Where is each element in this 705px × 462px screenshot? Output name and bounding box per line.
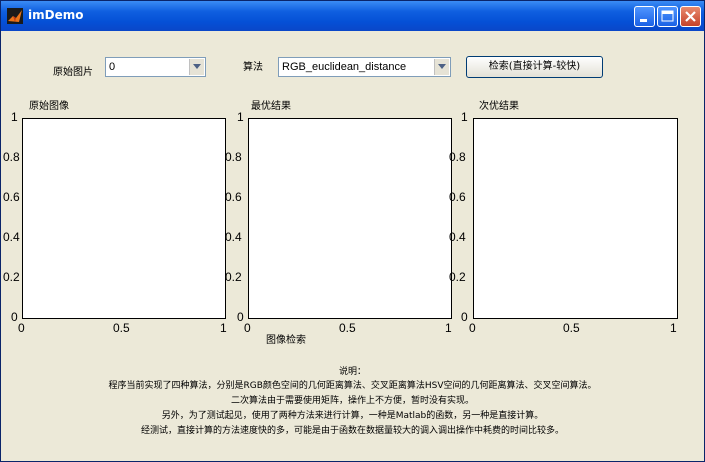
y-tick: 0.2 <box>225 270 242 284</box>
y-tick: 0.4 <box>3 230 20 244</box>
description-line: 二次算法由于需要使用矩阵，操作上不方便，暂时没有实现。 <box>230 396 474 406</box>
y-tick: 0 <box>461 310 468 324</box>
description-line: 程序当前实现了四种算法，分别是RGB颜色空间的几何距离算法、交叉距离算法HSV空… <box>108 381 597 391</box>
algorithm-label: 算法 <box>243 62 263 73</box>
chevron-down-icon <box>193 64 201 69</box>
panel-title-original: 原始图像 <box>29 101 69 112</box>
title-bar[interactable]: imDemo <box>1 1 704 31</box>
description-line: 另外，为了测试起见，使用了两种方法来进行计算，一种是Matlab的函数，另一种是… <box>161 411 544 421</box>
y-tick: 0.4 <box>449 230 466 244</box>
y-tick: 1 <box>461 110 468 124</box>
description-heading: 说明： <box>338 367 366 377</box>
y-tick: 1 <box>11 110 18 124</box>
x-tick: 1 <box>670 321 677 335</box>
minimize-icon <box>640 19 647 22</box>
x-tick: 0 <box>244 321 251 335</box>
x-tick: 0 <box>469 321 476 335</box>
maximize-icon <box>661 10 674 22</box>
y-tick: 0.6 <box>3 190 20 204</box>
matlab-icon[interactable] <box>7 8 23 24</box>
x-tick: 0.5 <box>563 321 580 335</box>
y-tick: 0.2 <box>3 270 20 284</box>
axes-best[interactable] <box>248 118 452 319</box>
minimize-button[interactable] <box>634 6 655 27</box>
x-tick: 0 <box>18 321 25 335</box>
search-button[interactable]: 检索(直接计算-较快) <box>466 56 603 78</box>
window-title: imDemo <box>28 8 84 22</box>
y-tick: 0 <box>237 310 244 324</box>
y-tick: 0.8 <box>449 150 466 164</box>
imdemo-window: imDemo 原始图片 0 算法 RGB_euclidean_distance … <box>0 0 705 462</box>
y-tick: 0.6 <box>225 190 242 204</box>
algorithm-value: RGB_euclidean_distance <box>282 61 407 73</box>
source-image-value: 0 <box>109 61 116 73</box>
description-line: 经测试，直接计算的方法速度快的多，可能是由于函数在数据量较大的调入调出操作中耗费… <box>140 426 564 436</box>
axes-original[interactable] <box>22 118 226 319</box>
y-tick: 1 <box>237 110 244 124</box>
maximize-button[interactable] <box>657 6 678 27</box>
y-tick: 0 <box>11 310 18 324</box>
chevron-down-icon <box>438 64 446 69</box>
x-tick: 0.5 <box>339 321 356 335</box>
x-tick: 1 <box>220 321 227 335</box>
close-icon <box>685 11 696 22</box>
close-button[interactable] <box>680 6 701 27</box>
y-tick: 0.2 <box>449 270 466 284</box>
x-tick: 1 <box>445 321 452 335</box>
panel-title-second: 次优结果 <box>479 101 519 112</box>
axes-second[interactable] <box>473 118 678 319</box>
y-tick: 0.8 <box>3 150 20 164</box>
dropdown-button[interactable] <box>189 59 204 75</box>
x-tick: 0.5 <box>113 321 130 335</box>
algorithm-select[interactable]: RGB_euclidean_distance <box>278 57 451 77</box>
panel-title-best: 最优结果 <box>251 101 291 112</box>
y-tick: 0.8 <box>225 150 242 164</box>
y-tick: 0.6 <box>449 190 466 204</box>
section-label: 图像检索 <box>266 335 306 346</box>
source-image-label: 原始图片 <box>53 67 93 78</box>
source-image-select[interactable]: 0 <box>105 57 206 77</box>
dropdown-button[interactable] <box>434 59 449 75</box>
figure-area: 原始图片 0 算法 RGB_euclidean_distance 检索(直接计算… <box>3 31 702 459</box>
y-tick: 0.4 <box>225 230 242 244</box>
